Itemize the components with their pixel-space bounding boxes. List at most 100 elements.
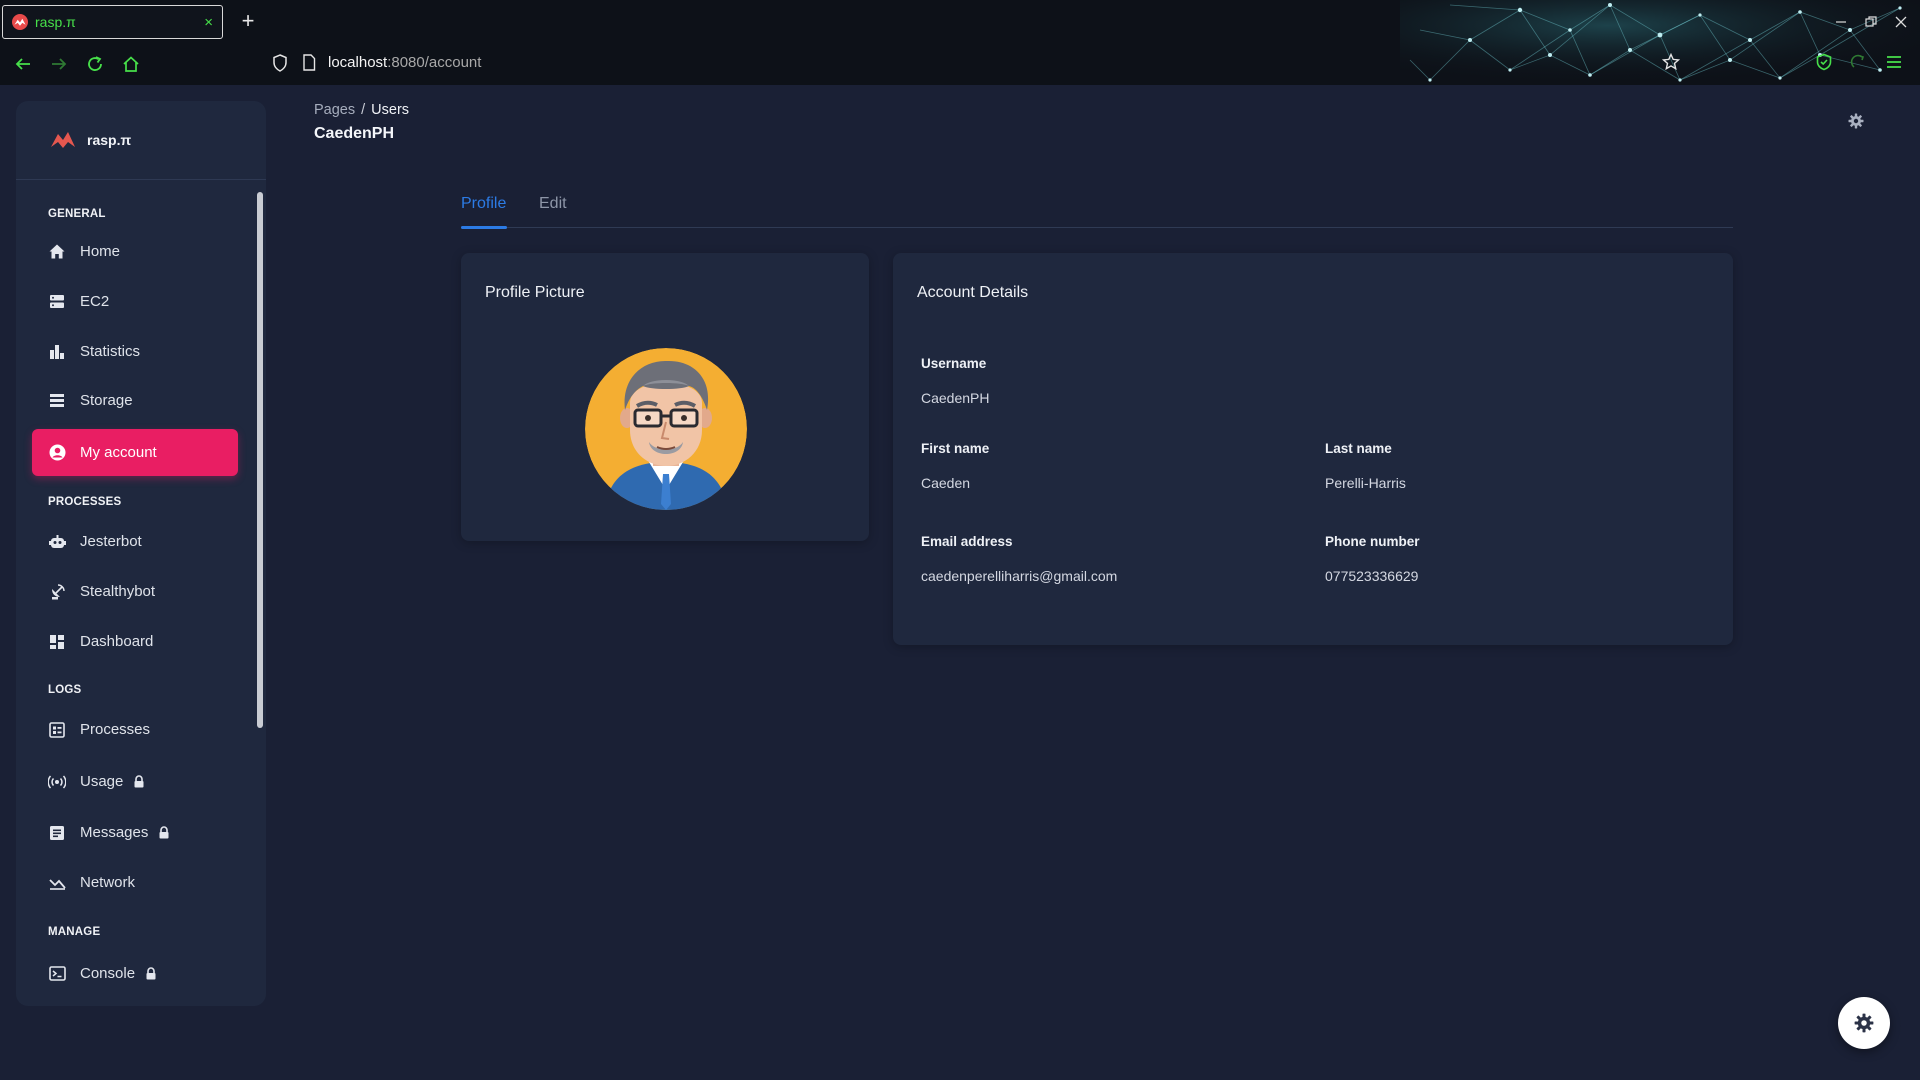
lock-icon — [159, 826, 169, 839]
robot-icon — [48, 533, 66, 551]
card-title: Profile Picture — [485, 284, 585, 301]
list-icon — [48, 721, 66, 739]
url-host: localhost — [328, 54, 388, 71]
shield-icon[interactable] — [272, 54, 288, 72]
lock-icon — [134, 775, 144, 788]
sidebar-item-stealthybot[interactable]: Stealthybot — [32, 568, 238, 615]
storage-icon — [48, 392, 66, 410]
email-label: Email address — [921, 534, 1013, 549]
url-bar[interactable]: localhost:8080/account — [328, 54, 481, 71]
account-details-card: Account Details Username CaedenPH First … — [893, 253, 1733, 645]
terminal-icon — [48, 965, 66, 983]
sync-icon[interactable] — [1850, 53, 1868, 71]
tab-title: rasp.π — [35, 14, 76, 30]
back-arrow-icon[interactable] — [12, 53, 34, 75]
sidebar-item-processes[interactable]: Processes — [32, 706, 238, 753]
sidebar-item-console[interactable]: Console — [32, 950, 238, 997]
section-title-logs: LOGS — [48, 684, 82, 696]
restore-icon[interactable] — [1860, 12, 1882, 32]
brand-logo-icon — [51, 132, 75, 148]
username-value: CaedenPH — [921, 390, 990, 406]
home-icon — [48, 243, 66, 261]
phone-label: Phone number — [1325, 534, 1420, 549]
sidebar-item-label: Home — [80, 243, 121, 260]
sidebar-item-label: Processes — [80, 721, 151, 738]
lock-icon — [146, 967, 156, 980]
sidebar-item-label: Stealthybot — [80, 583, 156, 600]
tab-profile[interactable]: Profile — [461, 195, 506, 213]
tab-edit[interactable]: Edit — [539, 195, 567, 213]
sidebar-item-label: Messages — [80, 824, 149, 841]
page-title: CaedenPH — [314, 125, 395, 142]
sidebar-item-usage[interactable]: Usage — [32, 758, 238, 805]
active-tab-indicator — [461, 226, 507, 229]
section-title-processes: PROCESSES — [48, 496, 122, 508]
sidebar-item-label: My account — [80, 444, 157, 461]
username-label: Username — [921, 356, 987, 371]
reload-icon[interactable] — [84, 53, 106, 75]
sidebar-item-dashboard[interactable]: Dashboard — [32, 618, 238, 665]
sidebar-item-my-account[interactable]: My account — [32, 429, 238, 476]
breadcrumb: Pages / Users — [314, 102, 409, 118]
sidebar-item-label: Statistics — [80, 343, 141, 360]
settings-gear-icon[interactable] — [1848, 113, 1864, 129]
minimize-icon[interactable] — [1830, 12, 1852, 32]
section-title-general: GENERAL — [48, 208, 106, 220]
favicon-icon — [12, 14, 28, 30]
first-name-value: Caeden — [921, 475, 971, 491]
sidebar-item-label: Usage — [80, 773, 124, 790]
sidebar-item-network[interactable]: Network — [32, 859, 238, 906]
sidebar: rasp.π GENERAL Home EC2 Statistics Stora… — [16, 101, 266, 1006]
network-chart-icon — [48, 874, 66, 892]
home-icon[interactable] — [120, 53, 142, 75]
sidebar-item-label: Network — [80, 874, 136, 891]
first-name-label: First name — [921, 441, 990, 456]
phone-value: 077523336629 — [1325, 568, 1419, 584]
brand-name: rasp.π — [87, 132, 132, 148]
sidebar-item-statistics[interactable]: Statistics — [32, 328, 238, 375]
section-title-manage: MANAGE — [48, 926, 101, 938]
server-icon — [48, 293, 66, 311]
forward-arrow-icon[interactable] — [48, 53, 70, 75]
dashboard-icon — [48, 633, 66, 651]
email-value: caedenperelliharris@gmail.com — [921, 568, 1118, 584]
browser-toolbar: rasp.π × + localhost:8080/account — [0, 0, 1920, 85]
sidebar-item-jesterbot[interactable]: Jesterbot — [32, 518, 238, 565]
browser-tab[interactable]: rasp.π × — [2, 5, 223, 39]
sidebar-item-messages[interactable]: Messages — [32, 809, 238, 856]
star-icon[interactable] — [1662, 53, 1680, 71]
breadcrumb-pages[interactable]: Pages — [314, 102, 355, 118]
last-name-value: Perelli-Harris — [1325, 475, 1406, 491]
sidebar-scrollbar[interactable] — [257, 192, 263, 728]
profile-picture-card: Profile Picture — [461, 253, 869, 541]
sidebar-item-label: Jesterbot — [80, 533, 142, 550]
sidebar-item-home[interactable]: Home — [32, 228, 238, 275]
last-name-label: Last name — [1325, 441, 1392, 456]
avatar — [585, 348, 747, 510]
close-window-icon[interactable] — [1890, 12, 1912, 32]
tab-close-icon[interactable]: × — [204, 14, 213, 31]
sidebar-item-label: Dashboard — [80, 633, 154, 650]
card-title: Account Details — [917, 284, 1029, 301]
breadcrumb-users: Users — [371, 102, 410, 118]
bar-chart-icon — [48, 343, 66, 361]
new-tab-button[interactable]: + — [236, 8, 260, 34]
settings-fab-button[interactable] — [1838, 997, 1890, 1049]
broadcast-icon — [48, 773, 66, 791]
page-icon — [302, 54, 316, 71]
sidebar-item-ec2[interactable]: EC2 — [32, 278, 238, 325]
extension-icon[interactable] — [1815, 53, 1833, 71]
satellite-dish-icon — [48, 583, 66, 601]
profile-tabs: Profile Edit — [461, 190, 1733, 229]
message-icon — [48, 824, 66, 842]
sidebar-item-label: EC2 — [80, 293, 110, 310]
url-path: :8080/account — [387, 54, 482, 71]
menu-icon[interactable] — [1886, 53, 1902, 71]
sidebar-item-label: Console — [80, 965, 136, 982]
sidebar-item-storage[interactable]: Storage — [32, 377, 238, 424]
account-circle-icon — [48, 444, 66, 462]
sidebar-item-label: Storage — [80, 392, 133, 409]
brand[interactable]: rasp.π — [16, 101, 266, 180]
gear-icon — [1854, 1013, 1874, 1033]
breadcrumb-separator: / — [361, 102, 366, 118]
